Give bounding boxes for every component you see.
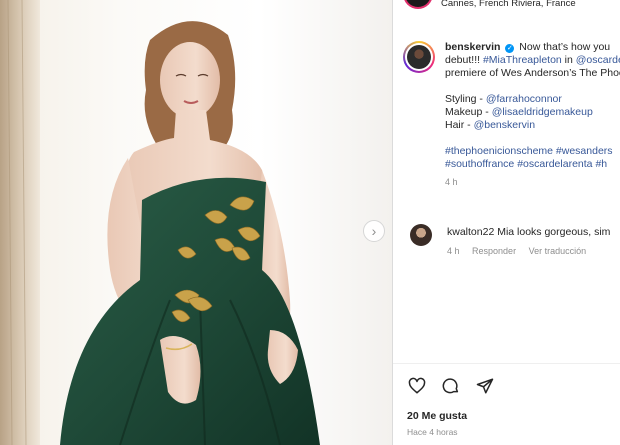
header-avatar[interactable] [403, 0, 433, 9]
comment-icon[interactable] [441, 376, 461, 396]
caption-segment: in [561, 54, 576, 66]
heart-icon[interactable] [407, 376, 427, 396]
caption-segment: Hair - [445, 119, 474, 131]
caption-line [445, 132, 620, 145]
author-avatar[interactable] [403, 41, 435, 73]
caption-line [445, 80, 620, 93]
caption-link[interactable]: #MiaThreapleton [483, 54, 562, 66]
caption-segment: Now that’s how you [519, 41, 611, 53]
comment-time: 4 h [447, 246, 460, 256]
caption-link[interactable]: #southoffrance [445, 158, 514, 170]
curtain [0, 0, 40, 445]
author-username[interactable]: benskervin [445, 41, 500, 53]
dress [60, 177, 320, 445]
post-timestamp: Hace 4 horas [407, 427, 458, 437]
comment-meta: 4 h Responder Ver traducción [447, 246, 596, 256]
post-location[interactable]: Cannes, French Riviera, France [441, 0, 576, 9]
commenter-avatar[interactable] [410, 224, 432, 246]
caption-segment: premiere of Wes Anderson’s The Phoe [445, 67, 620, 79]
caption-link[interactable]: @farrahoconnor [486, 93, 562, 105]
caption-line: Styling - @farrahoconnor [445, 93, 620, 106]
caption-body: debut!!! #MiaThreapleton in @oscarde prem… [445, 54, 620, 171]
verified-badge-icon: ✓ [505, 44, 515, 53]
commenter-username[interactable]: kwalton22 [447, 226, 494, 238]
caption-line: debut!!! #MiaThreapleton in @oscarde [445, 54, 620, 67]
caption-link[interactable]: #h [595, 158, 607, 170]
caption-segment: Makeup - [445, 106, 492, 118]
reply-button[interactable]: Responder [472, 246, 516, 256]
actions-divider [393, 363, 620, 364]
like-count[interactable]: 20 Me gusta [407, 410, 467, 422]
post-header: Cannes, French Riviera, France [403, 0, 576, 9]
chevron-right-icon: › [371, 223, 377, 239]
caption-line: Makeup - @lisaeldridgemakeup [445, 106, 620, 119]
comment-body: Mia looks gorgeous, sim [497, 226, 611, 238]
caption-link[interactable]: @oscarde [576, 54, 620, 66]
next-photo-button[interactable]: › [363, 220, 385, 242]
caption-link[interactable]: #thephoenicionscheme [445, 145, 553, 157]
caption-line: #thephoenicionscheme #wesanders [445, 145, 620, 158]
photo-illustration [0, 0, 320, 445]
post-photo [0, 0, 392, 445]
caption-link[interactable]: @lisaeldridgemakeup [492, 106, 593, 118]
caption-first-line: benskervin ✓ Now that’s how you [445, 41, 620, 54]
caption-text: benskervin ✓ Now that’s how you debut!!!… [445, 41, 620, 189]
caption-line: #southoffrance #oscardelarenta #h [445, 158, 620, 171]
caption-line: premiere of Wes Anderson’s The Phoe [445, 67, 620, 80]
translate-button[interactable]: Ver traducción [529, 246, 587, 256]
post-sidebar: Cannes, French Riviera, France benskervi… [393, 0, 620, 445]
caption-line: Hair - @benskervin [445, 119, 620, 132]
caption-link[interactable]: #wesanders [556, 145, 613, 157]
caption-segment: Styling - [445, 93, 486, 105]
caption-segment: debut!!! [445, 54, 483, 66]
share-icon[interactable] [475, 376, 495, 396]
caption-link[interactable]: @benskervin [474, 119, 535, 131]
action-bar [407, 376, 495, 396]
comment-text: kwalton22 Mia looks gorgeous, sim [447, 226, 610, 238]
caption-link[interactable]: #oscardelarenta [517, 158, 592, 170]
face [160, 42, 220, 118]
caption-time: 4 h [445, 177, 458, 187]
